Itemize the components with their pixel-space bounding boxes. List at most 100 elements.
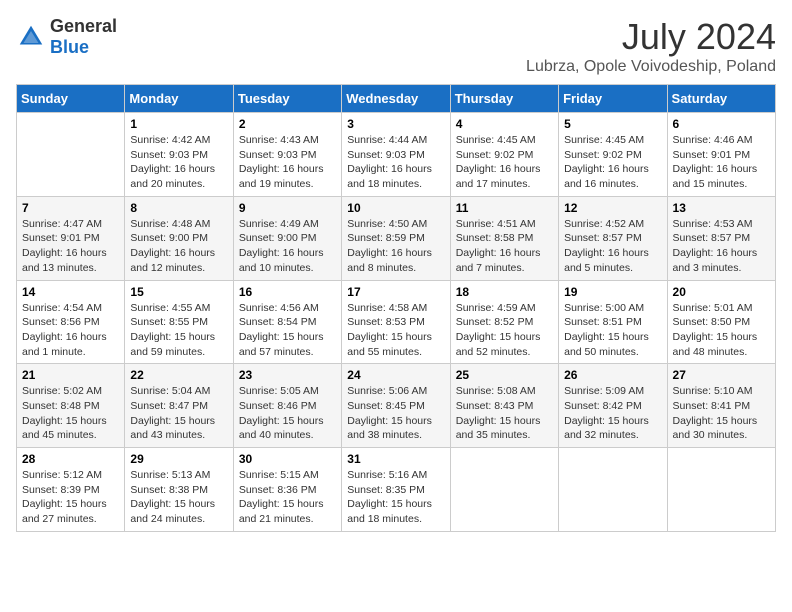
day-info: Sunrise: 4:53 AM Sunset: 8:57 PM Dayligh… bbox=[673, 217, 770, 276]
weekday-tuesday: Tuesday bbox=[233, 85, 341, 113]
location: Lubrza, Opole Voivodeship, Poland bbox=[526, 58, 776, 76]
day-number: 16 bbox=[239, 285, 336, 299]
day-number: 21 bbox=[22, 368, 119, 382]
day-number: 13 bbox=[673, 201, 770, 215]
day-info: Sunrise: 5:05 AM Sunset: 8:46 PM Dayligh… bbox=[239, 384, 336, 443]
day-number: 26 bbox=[564, 368, 661, 382]
day-number: 7 bbox=[22, 201, 119, 215]
day-number: 24 bbox=[347, 368, 444, 382]
calendar-week-3: 14 Sunrise: 4:54 AM Sunset: 8:56 PM Dayli… bbox=[17, 280, 776, 364]
title-section: July 2024 Lubrza, Opole Voivodeship, Pol… bbox=[526, 16, 776, 76]
day-info: Sunrise: 4:58 AM Sunset: 8:53 PM Dayligh… bbox=[347, 301, 444, 360]
day-number: 28 bbox=[22, 452, 119, 466]
day-info: Sunrise: 4:54 AM Sunset: 8:56 PM Dayligh… bbox=[22, 301, 119, 360]
page-header: General Blue July 2024 Lubrza, Opole Voi… bbox=[16, 16, 776, 76]
calendar-cell: 14 Sunrise: 4:54 AM Sunset: 8:56 PM Dayli… bbox=[17, 280, 125, 364]
day-info: Sunrise: 4:47 AM Sunset: 9:01 PM Dayligh… bbox=[22, 217, 119, 276]
logo-general: General bbox=[50, 16, 117, 36]
day-info: Sunrise: 4:42 AM Sunset: 9:03 PM Dayligh… bbox=[130, 133, 227, 192]
calendar-cell: 9Sunrise: 4:49 AM Sunset: 9:00 PM Daylig… bbox=[233, 196, 341, 280]
calendar-cell: 5 Sunrise: 4:45 AM Sunset: 9:02 PM Daylig… bbox=[559, 113, 667, 197]
calendar-cell: 16 Sunrise: 4:56 AM Sunset: 8:54 PM Dayli… bbox=[233, 280, 341, 364]
logo-blue: Blue bbox=[50, 37, 89, 57]
day-info: Sunrise: 4:45 AM Sunset: 9:02 PM Dayligh… bbox=[564, 133, 661, 192]
weekday-monday: Monday bbox=[125, 85, 233, 113]
day-info: Sunrise: 5:16 AM Sunset: 8:35 PM Dayligh… bbox=[347, 468, 444, 527]
weekday-saturday: Saturday bbox=[667, 85, 775, 113]
day-number: 6 bbox=[673, 117, 770, 131]
calendar-cell: 30Sunrise: 5:15 AM Sunset: 8:36 PM Dayli… bbox=[233, 448, 341, 532]
calendar-cell: 23Sunrise: 5:05 AM Sunset: 8:46 PM Dayli… bbox=[233, 364, 341, 448]
calendar-cell bbox=[17, 113, 125, 197]
calendar-cell: 15 Sunrise: 4:55 AM Sunset: 8:55 PM Dayli… bbox=[125, 280, 233, 364]
weekday-thursday: Thursday bbox=[450, 85, 558, 113]
day-number: 1 bbox=[130, 117, 227, 131]
calendar-cell: 1 Sunrise: 4:42 AM Sunset: 9:03 PM Daylig… bbox=[125, 113, 233, 197]
logo-icon bbox=[16, 22, 46, 52]
day-number: 14 bbox=[22, 285, 119, 299]
day-info: Sunrise: 4:48 AM Sunset: 9:00 PM Dayligh… bbox=[130, 217, 227, 276]
day-info: Sunrise: 4:45 AM Sunset: 9:02 PM Dayligh… bbox=[456, 133, 553, 192]
day-number: 29 bbox=[130, 452, 227, 466]
day-info: Sunrise: 4:46 AM Sunset: 9:01 PM Dayligh… bbox=[673, 133, 770, 192]
calendar-cell: 31 Sunrise: 5:16 AM Sunset: 8:35 PM Dayli… bbox=[342, 448, 450, 532]
calendar-cell: 26 Sunrise: 5:09 AM Sunset: 8:42 PM Dayli… bbox=[559, 364, 667, 448]
calendar-cell: 21Sunrise: 5:02 AM Sunset: 8:48 PM Dayli… bbox=[17, 364, 125, 448]
calendar-cell bbox=[450, 448, 558, 532]
calendar-cell: 4 Sunrise: 4:45 AM Sunset: 9:02 PM Daylig… bbox=[450, 113, 558, 197]
day-number: 31 bbox=[347, 452, 444, 466]
calendar-cell: 10Sunrise: 4:50 AM Sunset: 8:59 PM Dayli… bbox=[342, 196, 450, 280]
day-info: Sunrise: 4:44 AM Sunset: 9:03 PM Dayligh… bbox=[347, 133, 444, 192]
day-number: 18 bbox=[456, 285, 553, 299]
day-info: Sunrise: 5:13 AM Sunset: 8:38 PM Dayligh… bbox=[130, 468, 227, 527]
calendar-body: 1 Sunrise: 4:42 AM Sunset: 9:03 PM Daylig… bbox=[17, 113, 776, 532]
day-info: Sunrise: 4:55 AM Sunset: 8:55 PM Dayligh… bbox=[130, 301, 227, 360]
calendar-cell: 3 Sunrise: 4:44 AM Sunset: 9:03 PM Daylig… bbox=[342, 113, 450, 197]
calendar-cell: 2Sunrise: 4:43 AM Sunset: 9:03 PM Daylig… bbox=[233, 113, 341, 197]
calendar-week-1: 1 Sunrise: 4:42 AM Sunset: 9:03 PM Daylig… bbox=[17, 113, 776, 197]
calendar-cell: 25 Sunrise: 5:08 AM Sunset: 8:43 PM Dayli… bbox=[450, 364, 558, 448]
calendar-cell: 12 Sunrise: 4:52 AM Sunset: 8:57 PM Dayli… bbox=[559, 196, 667, 280]
calendar-table: SundayMondayTuesdayWednesdayThursdayFrid… bbox=[16, 84, 776, 532]
day-info: Sunrise: 4:59 AM Sunset: 8:52 PM Dayligh… bbox=[456, 301, 553, 360]
day-number: 25 bbox=[456, 368, 553, 382]
day-info: Sunrise: 5:10 AM Sunset: 8:41 PM Dayligh… bbox=[673, 384, 770, 443]
day-number: 27 bbox=[673, 368, 770, 382]
day-info: Sunrise: 5:12 AM Sunset: 8:39 PM Dayligh… bbox=[22, 468, 119, 527]
day-info: Sunrise: 5:01 AM Sunset: 8:50 PM Dayligh… bbox=[673, 301, 770, 360]
day-info: Sunrise: 4:43 AM Sunset: 9:03 PM Dayligh… bbox=[239, 133, 336, 192]
calendar-week-5: 28 Sunrise: 5:12 AM Sunset: 8:39 PM Dayli… bbox=[17, 448, 776, 532]
day-info: Sunrise: 4:52 AM Sunset: 8:57 PM Dayligh… bbox=[564, 217, 661, 276]
calendar-cell: 19Sunrise: 5:00 AM Sunset: 8:51 PM Dayli… bbox=[559, 280, 667, 364]
day-number: 8 bbox=[130, 201, 227, 215]
day-info: Sunrise: 5:06 AM Sunset: 8:45 PM Dayligh… bbox=[347, 384, 444, 443]
calendar-cell: 7 Sunrise: 4:47 AM Sunset: 9:01 PM Daylig… bbox=[17, 196, 125, 280]
day-number: 10 bbox=[347, 201, 444, 215]
day-info: Sunrise: 5:08 AM Sunset: 8:43 PM Dayligh… bbox=[456, 384, 553, 443]
calendar-cell: 11Sunrise: 4:51 AM Sunset: 8:58 PM Dayli… bbox=[450, 196, 558, 280]
day-number: 3 bbox=[347, 117, 444, 131]
day-number: 20 bbox=[673, 285, 770, 299]
day-number: 12 bbox=[564, 201, 661, 215]
day-number: 9 bbox=[239, 201, 336, 215]
month-year: July 2024 bbox=[526, 16, 776, 58]
day-info: Sunrise: 5:15 AM Sunset: 8:36 PM Dayligh… bbox=[239, 468, 336, 527]
calendar-cell: 22 Sunrise: 5:04 AM Sunset: 8:47 PM Dayli… bbox=[125, 364, 233, 448]
day-info: Sunrise: 4:56 AM Sunset: 8:54 PM Dayligh… bbox=[239, 301, 336, 360]
day-info: Sunrise: 5:04 AM Sunset: 8:47 PM Dayligh… bbox=[130, 384, 227, 443]
day-number: 4 bbox=[456, 117, 553, 131]
day-info: Sunrise: 5:00 AM Sunset: 8:51 PM Dayligh… bbox=[564, 301, 661, 360]
day-number: 15 bbox=[130, 285, 227, 299]
calendar-cell: 13 Sunrise: 4:53 AM Sunset: 8:57 PM Dayli… bbox=[667, 196, 775, 280]
day-info: Sunrise: 5:09 AM Sunset: 8:42 PM Dayligh… bbox=[564, 384, 661, 443]
calendar-cell: 18 Sunrise: 4:59 AM Sunset: 8:52 PM Dayli… bbox=[450, 280, 558, 364]
calendar-cell bbox=[559, 448, 667, 532]
calendar-week-4: 21Sunrise: 5:02 AM Sunset: 8:48 PM Dayli… bbox=[17, 364, 776, 448]
weekday-header-row: SundayMondayTuesdayWednesdayThursdayFrid… bbox=[17, 85, 776, 113]
calendar-cell: 8 Sunrise: 4:48 AM Sunset: 9:00 PM Daylig… bbox=[125, 196, 233, 280]
calendar-cell: 17Sunrise: 4:58 AM Sunset: 8:53 PM Dayli… bbox=[342, 280, 450, 364]
calendar-cell: 6 Sunrise: 4:46 AM Sunset: 9:01 PM Daylig… bbox=[667, 113, 775, 197]
day-number: 22 bbox=[130, 368, 227, 382]
calendar-week-2: 7 Sunrise: 4:47 AM Sunset: 9:01 PM Daylig… bbox=[17, 196, 776, 280]
day-number: 5 bbox=[564, 117, 661, 131]
